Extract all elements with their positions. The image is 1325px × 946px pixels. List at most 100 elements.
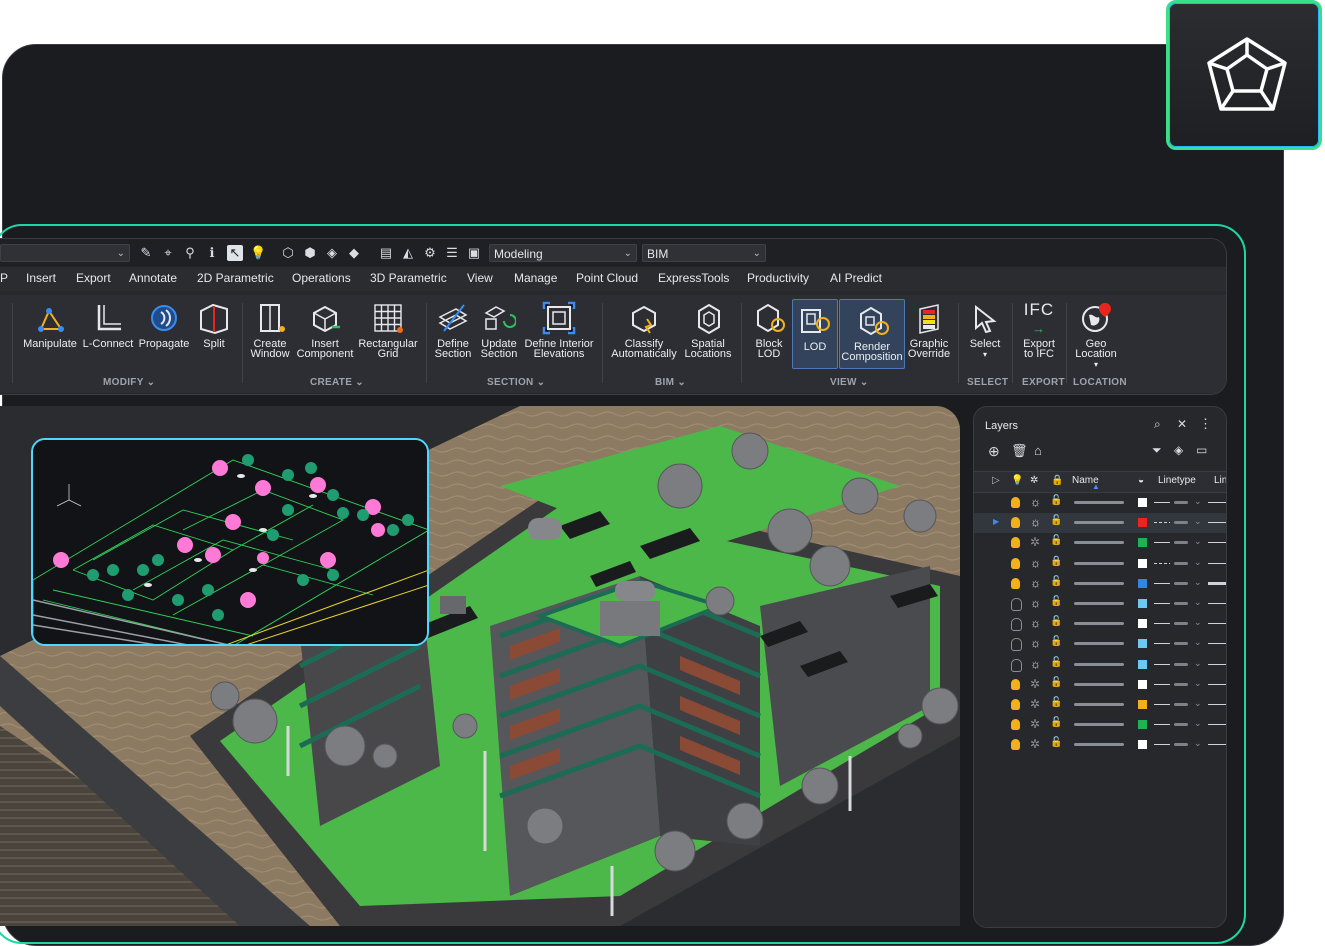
menu-item-view[interactable]: View <box>467 271 493 285</box>
select-arrow-icon[interactable]: ↖ <box>227 245 243 261</box>
properties-icon[interactable]: ☰ <box>444 245 460 261</box>
unlock-icon[interactable]: 🔓 <box>1050 737 1062 748</box>
graphic-override-button[interactable]: Graphic Override <box>907 301 951 360</box>
linetype-preview[interactable] <box>1154 704 1170 705</box>
sun-icon[interactable]: ☼ <box>1030 657 1041 671</box>
snowflake-icon[interactable]: ✲ <box>1030 677 1040 691</box>
layer-color-swatch[interactable] <box>1138 639 1147 649</box>
lightbulb-icon[interactable] <box>1011 497 1020 508</box>
lightbulb-icon[interactable] <box>1011 678 1020 690</box>
lod-button[interactable]: LOD <box>792 299 838 369</box>
create-window-button[interactable]: Create Window <box>247 301 293 360</box>
linetype-preview[interactable] <box>1154 744 1170 746</box>
define-section-button[interactable]: Define Section <box>432 301 474 360</box>
cube-solid-icon[interactable]: ◆ <box>346 245 362 261</box>
search-icon[interactable]: ⌕ <box>1154 417 1161 432</box>
linetype-preview[interactable] <box>1154 522 1170 524</box>
lightbulb-icon[interactable] <box>1011 517 1020 529</box>
unlock-icon[interactable]: 🔓 <box>1050 495 1062 506</box>
lineweight-preview[interactable] <box>1208 603 1226 604</box>
layer-row[interactable]: ✲ 🔓 ⌄ <box>974 675 1226 695</box>
chevron-down-icon[interactable]: ⌄ <box>1194 658 1202 669</box>
chevron-down-icon[interactable]: ⌄ <box>1194 718 1202 729</box>
unlock-icon[interactable]: 🔓 <box>1050 596 1062 607</box>
lock-icon[interactable]: 🔒 <box>1050 556 1062 567</box>
layer-row[interactable]: ✲ 🔓 ⌄ <box>974 695 1226 715</box>
layer-row[interactable]: ✲ 🔓 ⌄ <box>974 715 1226 735</box>
settings-icon[interactable]: ▭ <box>1196 443 1207 457</box>
chevron-down-icon[interactable]: ⌄ <box>1194 536 1202 547</box>
geo-location-button[interactable]: Geo Location ▾ <box>1072 301 1120 370</box>
chevron-down-icon[interactable]: ⌄ <box>1194 738 1202 749</box>
purge-icon[interactable]: ⌂ <box>1034 443 1042 458</box>
lightbulb-icon[interactable] <box>1011 699 1020 710</box>
sun-icon[interactable]: ☼ <box>1030 576 1041 590</box>
info-icon[interactable]: ℹ <box>204 245 220 261</box>
menu-item-productivity[interactable]: Productivity <box>747 271 809 285</box>
menu-item-manage[interactable]: Manage <box>514 271 557 285</box>
unlock-icon[interactable]: 🔓 <box>1050 535 1062 546</box>
lineweight-preview[interactable] <box>1208 502 1226 503</box>
lightbulb-icon[interactable] <box>1011 719 1020 731</box>
layer-color-swatch[interactable] <box>1138 700 1147 709</box>
lightbulb-icon[interactable] <box>1011 537 1020 549</box>
lineweight-preview[interactable] <box>1208 522 1226 524</box>
linetype-preview[interactable] <box>1154 643 1170 645</box>
layer-row[interactable]: ☼ 🔓 ⌄ <box>974 574 1226 594</box>
filter-icon[interactable]: ⏷ <box>1152 443 1162 458</box>
unlock-icon[interactable]: 🔓 <box>1050 657 1062 668</box>
linetype-column-header[interactable]: Linetype <box>1158 475 1196 486</box>
menu-item-p[interactable]: P <box>0 271 8 285</box>
linetype-preview[interactable] <box>1154 542 1170 544</box>
chevron-down-icon[interactable]: ⌄ <box>1194 678 1202 689</box>
expand-all-icon[interactable]: ▷ <box>992 475 1000 486</box>
menu-item-point-cloud[interactable]: Point Cloud <box>576 271 638 285</box>
chevron-down-icon[interactable]: ⌄ <box>1194 496 1202 507</box>
menu-item-2d-parametric[interactable]: 2D Parametric <box>197 271 274 285</box>
layer-color-swatch[interactable] <box>1138 679 1147 689</box>
cube-3d-icon[interactable]: ◈ <box>324 245 340 261</box>
layer-color-swatch[interactable] <box>1138 599 1147 608</box>
linetype-preview[interactable] <box>1154 663 1170 665</box>
layer-color-swatch[interactable] <box>1138 578 1147 588</box>
propagate-button[interactable]: Propagate <box>137 301 191 350</box>
block-lod-button[interactable]: Block LOD <box>749 301 789 360</box>
lineweight-column-header[interactable]: Lin <box>1214 475 1226 486</box>
define-interior-elevations-button[interactable]: Define Interior Elevations <box>524 301 594 360</box>
more-options-icon[interactable]: ⋮ <box>1199 416 1212 432</box>
layer-color-swatch[interactable] <box>1138 720 1147 730</box>
tree-icon[interactable]: ⚲ <box>182 245 198 261</box>
lightbulb-icon[interactable] <box>1011 577 1020 589</box>
classify-automatically-button[interactable]: Classify Automatically <box>609 301 679 360</box>
lock-column-icon[interactable]: 🔒 <box>1051 475 1063 486</box>
lineweight-preview[interactable] <box>1208 562 1226 564</box>
menu-item-annotate[interactable]: Annotate <box>129 271 177 285</box>
freeze-column-icon[interactable]: ✲ <box>1030 475 1038 486</box>
manipulate-button[interactable]: Manipulate <box>20 301 80 350</box>
group-modify-label[interactable]: MODIFY ⌄ <box>103 377 155 388</box>
lineweight-preview[interactable] <box>1208 744 1226 746</box>
layer-color-swatch[interactable] <box>1138 740 1147 750</box>
close-icon[interactable]: ✕ <box>1177 417 1187 431</box>
lightbulb-icon[interactable] <box>1011 739 1020 751</box>
l-connect-button[interactable]: L-Connect <box>82 301 134 350</box>
sun-icon[interactable]: ☼ <box>1030 495 1041 509</box>
group-view-label[interactable]: VIEW ⌄ <box>830 377 869 388</box>
layer-color-swatch[interactable] <box>1138 659 1147 669</box>
split-button[interactable]: Split <box>194 301 234 350</box>
layer-color-swatch[interactable] <box>1138 538 1147 548</box>
unlock-icon[interactable]: 🔓 <box>1050 717 1062 728</box>
group-section-label[interactable]: SECTION ⌄ <box>487 377 545 388</box>
workspace-combo[interactable]: Modeling ⌄ <box>489 244 637 262</box>
menu-item-3d-parametric[interactable]: 3D Parametric <box>370 271 447 285</box>
lightbulb-icon[interactable] <box>1011 618 1022 632</box>
layer-color-swatch[interactable] <box>1138 558 1147 568</box>
lineweight-preview[interactable] <box>1208 704 1226 705</box>
layer-row[interactable]: ✲ 🔓 ⌄ <box>974 735 1226 755</box>
insert-component-button[interactable]: Insert Component <box>296 301 354 360</box>
color-column-icon[interactable]: ◒ <box>1138 475 1144 486</box>
sun-icon[interactable]: ☼ <box>1030 515 1041 529</box>
linetype-preview[interactable] <box>1154 603 1170 604</box>
layer-row[interactable]: ☼ 🔓 ⌄ <box>974 655 1226 675</box>
cube-outline-icon[interactable]: ⬢ <box>302 245 318 261</box>
